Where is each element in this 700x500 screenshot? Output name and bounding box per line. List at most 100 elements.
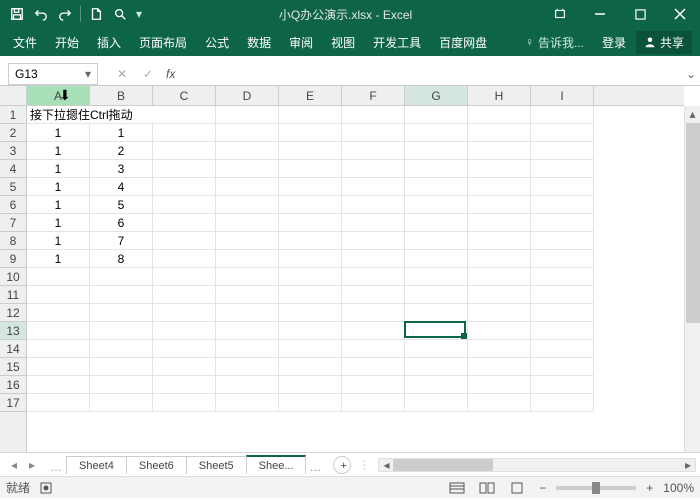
- cell[interactable]: [153, 250, 216, 268]
- cell[interactable]: [153, 178, 216, 196]
- cell[interactable]: [531, 214, 594, 232]
- zoom-in-button[interactable]: +: [642, 481, 657, 495]
- cell[interactable]: [216, 124, 279, 142]
- cell[interactable]: [531, 106, 594, 124]
- cell[interactable]: [468, 178, 531, 196]
- tab-insert[interactable]: 插入: [88, 28, 130, 56]
- cell[interactable]: [27, 322, 90, 340]
- sheet-tab-3[interactable]: Shee...: [246, 455, 307, 474]
- name-box[interactable]: ▾: [8, 63, 98, 85]
- cell[interactable]: [153, 232, 216, 250]
- cell[interactable]: [342, 106, 405, 124]
- cell[interactable]: [27, 268, 90, 286]
- cell[interactable]: [153, 322, 216, 340]
- cell[interactable]: [216, 322, 279, 340]
- cell-a9[interactable]: 1: [27, 250, 90, 268]
- col-header-c[interactable]: C: [153, 86, 216, 105]
- cell[interactable]: [342, 124, 405, 142]
- cell[interactable]: [342, 322, 405, 340]
- formula-expand-button[interactable]: ⌄: [682, 67, 700, 81]
- cell[interactable]: [90, 358, 153, 376]
- fx-label[interactable]: fx: [166, 67, 175, 81]
- cell-b4[interactable]: 3: [90, 160, 153, 178]
- cell[interactable]: [405, 268, 468, 286]
- cell[interactable]: [531, 160, 594, 178]
- cell[interactable]: [279, 160, 342, 178]
- login-link[interactable]: 登录: [594, 34, 634, 51]
- cell-b7[interactable]: 6: [90, 214, 153, 232]
- row-header-15[interactable]: 15: [0, 358, 26, 376]
- cell-b5[interactable]: 4: [90, 178, 153, 196]
- cell[interactable]: [27, 394, 90, 412]
- save-button[interactable]: [6, 3, 28, 25]
- sheet-tab-2[interactable]: Sheet5: [186, 456, 247, 474]
- row-header-6[interactable]: 6: [0, 196, 26, 214]
- cell[interactable]: [405, 376, 468, 394]
- row-header-11[interactable]: 11: [0, 286, 26, 304]
- col-header-a[interactable]: A: [27, 86, 90, 105]
- cell[interactable]: [468, 340, 531, 358]
- cell-b2[interactable]: 1: [90, 124, 153, 142]
- tab-baidu-cloud[interactable]: 百度网盘: [430, 28, 496, 56]
- cell[interactable]: [216, 214, 279, 232]
- row-header-13[interactable]: 13: [0, 322, 26, 340]
- print-preview-button[interactable]: [109, 3, 131, 25]
- formula-input[interactable]: [183, 63, 682, 85]
- cell[interactable]: [531, 268, 594, 286]
- view-normal-button[interactable]: [445, 480, 469, 496]
- cell-a4[interactable]: 1: [27, 160, 90, 178]
- cell[interactable]: [468, 106, 531, 124]
- row-header-1[interactable]: 1: [0, 106, 26, 124]
- cell[interactable]: [468, 322, 531, 340]
- cell[interactable]: [342, 196, 405, 214]
- cell[interactable]: [468, 268, 531, 286]
- cell[interactable]: [468, 250, 531, 268]
- cell[interactable]: [279, 304, 342, 322]
- zoom-out-button[interactable]: −: [535, 481, 550, 495]
- cell[interactable]: [27, 358, 90, 376]
- cell[interactable]: [531, 322, 594, 340]
- col-header-i[interactable]: I: [531, 86, 594, 105]
- cell[interactable]: [90, 394, 153, 412]
- cell[interactable]: [531, 196, 594, 214]
- cell[interactable]: [468, 394, 531, 412]
- tab-file[interactable]: 文件: [4, 28, 46, 56]
- col-header-e[interactable]: E: [279, 86, 342, 105]
- cell[interactable]: [468, 124, 531, 142]
- cell[interactable]: [279, 106, 342, 124]
- cell[interactable]: [153, 142, 216, 160]
- cell[interactable]: [279, 178, 342, 196]
- cell[interactable]: [153, 376, 216, 394]
- cell[interactable]: [405, 232, 468, 250]
- tab-home[interactable]: 开始: [46, 28, 88, 56]
- cell-a6[interactable]: 1: [27, 196, 90, 214]
- cell-b9[interactable]: 8: [90, 250, 153, 268]
- row-header-7[interactable]: 7: [0, 214, 26, 232]
- cell[interactable]: [468, 232, 531, 250]
- cell[interactable]: [468, 196, 531, 214]
- cell[interactable]: [279, 286, 342, 304]
- cell[interactable]: [342, 286, 405, 304]
- cell[interactable]: [153, 304, 216, 322]
- cell[interactable]: [405, 124, 468, 142]
- cell[interactable]: [531, 286, 594, 304]
- cell[interactable]: [27, 286, 90, 304]
- cell[interactable]: [531, 232, 594, 250]
- select-all-corner[interactable]: [0, 86, 27, 106]
- cell[interactable]: [405, 178, 468, 196]
- row-header-3[interactable]: 3: [0, 142, 26, 160]
- sheet-tab-1[interactable]: Sheet6: [126, 456, 187, 474]
- share-button[interactable]: 共享: [636, 31, 692, 54]
- cell[interactable]: [342, 358, 405, 376]
- cell[interactable]: [468, 286, 531, 304]
- cell[interactable]: [405, 322, 468, 340]
- cell[interactable]: [279, 142, 342, 160]
- cell[interactable]: [153, 268, 216, 286]
- cell[interactable]: [90, 268, 153, 286]
- cell[interactable]: [279, 232, 342, 250]
- row-header-4[interactable]: 4: [0, 160, 26, 178]
- cell[interactable]: [342, 214, 405, 232]
- cell[interactable]: [90, 304, 153, 322]
- cell[interactable]: [216, 340, 279, 358]
- sheet-more-button[interactable]: …: [46, 456, 66, 474]
